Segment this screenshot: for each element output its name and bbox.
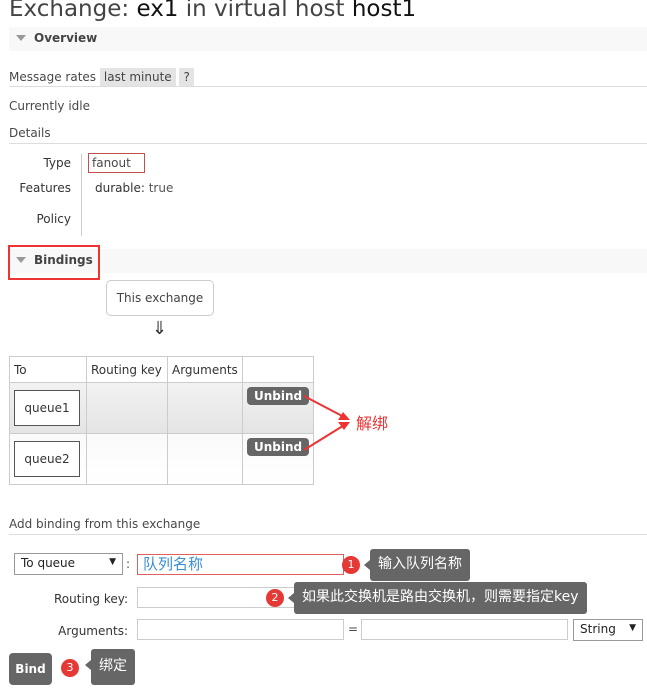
- argument-type-select[interactable]: String ▼: [573, 619, 643, 641]
- overview-title: Overview: [34, 31, 98, 45]
- bindings-table: To Routing key Arguments queue1 Unbind q…: [9, 356, 315, 485]
- type-label: Type: [43, 156, 71, 170]
- source-exchange-box: This exchange: [106, 280, 214, 316]
- routing-key-label: Routing key:: [54, 592, 128, 606]
- step-badge-2: 2: [266, 589, 284, 607]
- arguments-cell: [167, 382, 243, 434]
- argument-key-input[interactable]: [137, 619, 344, 640]
- table-header: To Routing key Arguments: [9, 356, 315, 383]
- column-header: Routing key: [86, 356, 168, 383]
- divider: [9, 86, 647, 87]
- queue-link[interactable]: queue2: [14, 441, 80, 477]
- argument-value-input[interactable]: [361, 619, 568, 640]
- routing-key-cell: [86, 433, 168, 485]
- page-title: Exchange: ex1 in virtual host host1: [9, 0, 417, 22]
- details-heading: Details: [9, 126, 51, 140]
- divider: [9, 534, 647, 535]
- arguments-label: Arguments:: [58, 624, 128, 638]
- column-header: [241, 356, 315, 383]
- unbind-annotation: 解绑: [356, 414, 389, 433]
- tooltip-enter-queue-name: 输入队列名称: [364, 549, 470, 581]
- routing-key-cell: [86, 382, 168, 434]
- features-value: durable: true: [95, 181, 174, 195]
- arguments-cell: [167, 433, 243, 485]
- tooltip-routing-key-hint: 如果此交换机是路由交换机，则需要指定key: [288, 582, 587, 614]
- overview-section-toggle[interactable]: Overview: [9, 27, 647, 51]
- message-rates-label: Message rates: [9, 70, 97, 84]
- type-value: fanout: [92, 156, 131, 170]
- add-binding-heading: Add binding from this exchange: [9, 517, 201, 531]
- message-rates-row: Message rates last minute ?: [9, 68, 194, 86]
- status-text: Currently idle: [9, 99, 90, 113]
- policy-label: Policy: [36, 212, 71, 226]
- destination-input[interactable]: 队列名称: [137, 554, 344, 575]
- down-arrow-icon: ⇓: [152, 318, 168, 339]
- table-row: queue2 Unbind: [9, 433, 315, 485]
- collapse-triangle-icon: [16, 35, 26, 41]
- annotation-arrows-icon: [303, 395, 350, 451]
- column-header: To: [9, 356, 87, 383]
- dropdown-arrow-icon: ▼: [109, 557, 116, 567]
- destination-type-select[interactable]: To queue ▼: [14, 553, 123, 575]
- features-label: Features: [19, 181, 71, 195]
- step-badge-3: 3: [61, 659, 79, 677]
- equals-sign: =: [348, 622, 359, 636]
- details-divider: [81, 154, 82, 236]
- dropdown-arrow-icon: ▼: [629, 623, 636, 633]
- help-button[interactable]: ?: [179, 68, 194, 86]
- queue-link[interactable]: queue1: [14, 390, 80, 426]
- rate-period-selector[interactable]: last minute: [99, 68, 176, 86]
- table-row: queue1 Unbind: [9, 382, 315, 434]
- step-badge-1: 1: [342, 556, 360, 574]
- divider: [9, 143, 647, 144]
- colon-label: :: [126, 557, 131, 571]
- bind-button[interactable]: Bind: [9, 653, 52, 685]
- bindings-section-toggle[interactable]: Bindings: [9, 249, 647, 273]
- column-header: Arguments: [167, 356, 243, 383]
- tooltip-bind: 绑定: [85, 649, 135, 685]
- bindings-highlight-box: [8, 245, 100, 280]
